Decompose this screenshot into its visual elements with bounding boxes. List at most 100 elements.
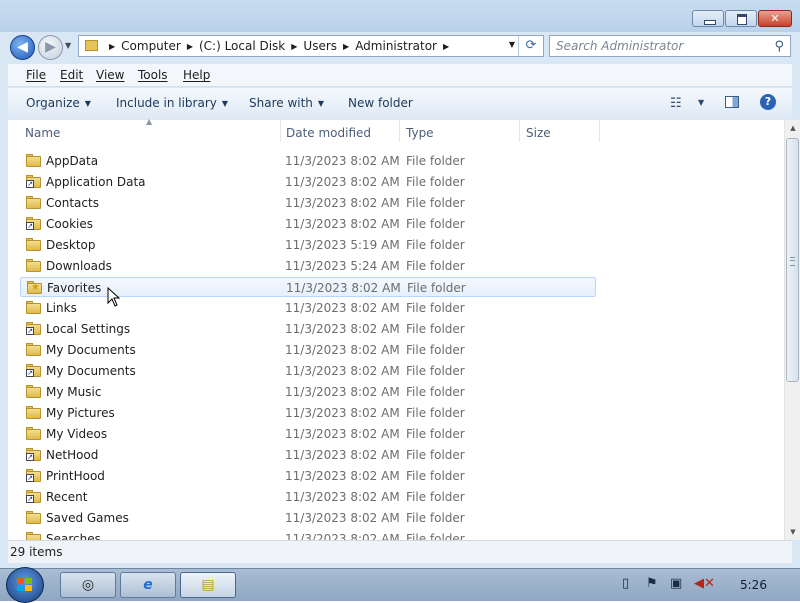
close-button[interactable]: ✕ [758, 10, 792, 27]
view-options-dropdown-icon[interactable]: ▼ [698, 98, 704, 107]
column-divider[interactable] [399, 120, 400, 142]
address-dropdown-icon[interactable]: ▼ [509, 40, 515, 49]
file-type: File folder [406, 406, 465, 420]
file-row[interactable]: ↗ NetHood 11/3/2023 8:02 AM File folder [20, 445, 596, 465]
folder-icon [26, 301, 41, 314]
search-input[interactable] [556, 38, 756, 54]
taskbar-ie-button[interactable]: e [120, 572, 176, 598]
column-divider[interactable] [280, 120, 281, 142]
file-row[interactable]: Downloads 11/3/2023 5:24 AM File folder [20, 256, 596, 276]
scroll-up-icon[interactable]: ▲ [785, 120, 800, 136]
breadcrumb-computer[interactable]: Computer [121, 39, 181, 53]
file-row[interactable]: ↗ Cookies 11/3/2023 8:02 AM File folder [20, 214, 596, 234]
file-date-modified: 11/3/2023 8:02 AM [285, 490, 400, 504]
folder-shortcut-icon: ↗ [26, 448, 41, 461]
maximize-button[interactable] [725, 10, 757, 27]
folder-shortcut-icon: ↗ [26, 217, 41, 230]
file-row[interactable]: ↗ Application Data 11/3/2023 8:02 AM File f… [20, 172, 596, 192]
start-button[interactable] [6, 567, 44, 603]
command-bar: Organize ▼ Include in library ▼ Share with… [8, 88, 792, 121]
file-date-modified: 11/3/2023 8:02 AM [285, 385, 400, 399]
folder-shortcut-icon: ↗ [26, 322, 41, 335]
file-type: File folder [406, 196, 465, 210]
file-date-modified: 11/3/2023 8:02 AM [285, 448, 400, 462]
scrollbar-thumb[interactable] [786, 138, 799, 382]
refresh-icon[interactable]: ⟳ [518, 36, 543, 56]
chevron-down-icon: ▼ [84, 99, 91, 108]
file-row[interactable]: ↗ My Documents 11/3/2023 8:02 AM File folde… [20, 361, 596, 381]
file-row[interactable]: Saved Games 11/3/2023 8:02 AM File folder [20, 508, 596, 528]
file-type: File folder [406, 259, 465, 273]
organize-button[interactable]: Organize ▼ [26, 96, 91, 110]
title-bar[interactable] [0, 0, 800, 32]
file-type: File folder [406, 448, 465, 462]
new-folder-button[interactable]: New folder [348, 96, 413, 110]
recent-pages-dropdown-icon[interactable]: ▼ [65, 41, 71, 50]
search-box[interactable]: ⚲ [549, 35, 791, 57]
back-button[interactable]: ◀ [10, 35, 35, 60]
breadcrumb-administrator[interactable]: Administrator [355, 39, 437, 53]
include-in-library-button[interactable]: Include in library ▼ [116, 96, 228, 110]
taskbar: ◎ e ▤ ▯ ⚑ ▣ ◀✕ 5:26 [0, 567, 800, 603]
menu-bar: File Edit View Tools Help [8, 64, 792, 87]
forward-button[interactable]: ▶ [38, 35, 63, 60]
chevron-right-icon[interactable]: ▶ [187, 42, 193, 51]
breadcrumb-local-disk[interactable]: (C:) Local Disk [199, 39, 285, 53]
column-divider[interactable] [519, 120, 520, 142]
file-name: Contacts [46, 196, 99, 210]
menu-view[interactable]: View [96, 68, 124, 82]
menu-file[interactable]: File [26, 68, 46, 82]
file-row[interactable]: ↗ PrintHood 11/3/2023 8:02 AM File folder [20, 466, 596, 486]
file-date-modified: 11/3/2023 5:24 AM [285, 259, 400, 273]
file-date-modified: 11/3/2023 8:02 AM [285, 217, 400, 231]
column-header-size[interactable]: Size [526, 126, 551, 140]
share-with-button[interactable]: Share with ▼ [249, 96, 324, 110]
grip-icon [790, 257, 795, 266]
column-divider[interactable] [599, 120, 600, 142]
column-header-name[interactable]: Name [25, 126, 60, 140]
action-center-flag-icon[interactable]: ⚑ [646, 576, 658, 591]
minimize-button[interactable] [692, 10, 724, 27]
change-view-icon[interactable]: ☷ [670, 96, 682, 111]
file-name: Local Settings [46, 322, 131, 336]
file-row[interactable]: My Music 11/3/2023 8:02 AM File folder [20, 382, 596, 402]
column-header-type[interactable]: Type [406, 126, 434, 140]
file-row[interactable]: My Documents 11/3/2023 8:02 AM File folder [20, 340, 596, 360]
file-row[interactable]: My Pictures 11/3/2023 8:02 AM File folder [20, 403, 596, 423]
chevron-right-icon[interactable]: ▶ [291, 42, 297, 51]
file-row[interactable]: My Videos 11/3/2023 8:02 AM File folder [20, 424, 596, 444]
file-row[interactable]: ↗ Recent 11/3/2023 8:02 AM File folder [20, 487, 596, 507]
taskbar-explorer-button[interactable]: ▤ [180, 572, 236, 598]
chevron-right-icon[interactable]: ▶ [109, 42, 115, 51]
menu-help[interactable]: Help [183, 68, 210, 82]
file-type: File folder [406, 511, 465, 525]
file-row[interactable]: ↗ Local Settings 11/3/2023 8:02 AM File fol… [20, 319, 596, 339]
help-icon[interactable]: ? [760, 94, 776, 110]
menu-tools[interactable]: Tools [138, 68, 168, 82]
file-row[interactable]: Contacts 11/3/2023 8:02 AM File folder [20, 193, 596, 213]
network-icon[interactable]: ▣ [670, 576, 682, 591]
chevron-right-icon[interactable]: ▶ [443, 42, 449, 51]
file-row[interactable]: Desktop 11/3/2023 5:19 AM File folder [20, 235, 596, 255]
address-bar[interactable]: ▶ Computer ▶ (C:) Local Disk ▶ Users ▶ Administ… [78, 35, 544, 57]
breadcrumb-users[interactable]: Users [303, 39, 337, 53]
file-date-modified: 11/3/2023 5:19 AM [285, 238, 400, 252]
folder-icon [26, 406, 41, 419]
taskbar-app-button[interactable]: ◎ [60, 572, 116, 598]
file-type: File folder [406, 322, 465, 336]
search-icon[interactable]: ⚲ [774, 39, 784, 54]
vertical-scrollbar[interactable]: ▲ ▼ [784, 120, 800, 540]
scroll-down-icon[interactable]: ▼ [785, 524, 800, 540]
chevron-right-icon[interactable]: ▶ [343, 42, 349, 51]
column-header-date[interactable]: Date modified [286, 126, 371, 140]
menu-edit[interactable]: Edit [60, 68, 83, 82]
internet-explorer-icon: e [143, 577, 153, 593]
preview-pane-icon[interactable] [725, 96, 739, 108]
file-type: File folder [406, 427, 465, 441]
document-tray-icon[interactable]: ▯ [622, 576, 629, 591]
volume-muted-icon[interactable]: ◀✕ [694, 576, 715, 591]
explorer-folder-icon: ▤ [201, 577, 215, 593]
folder-icon [26, 343, 41, 356]
file-row[interactable]: AppData 11/3/2023 8:02 AM File folder [20, 151, 596, 171]
clock[interactable]: 5:26 [740, 578, 767, 592]
